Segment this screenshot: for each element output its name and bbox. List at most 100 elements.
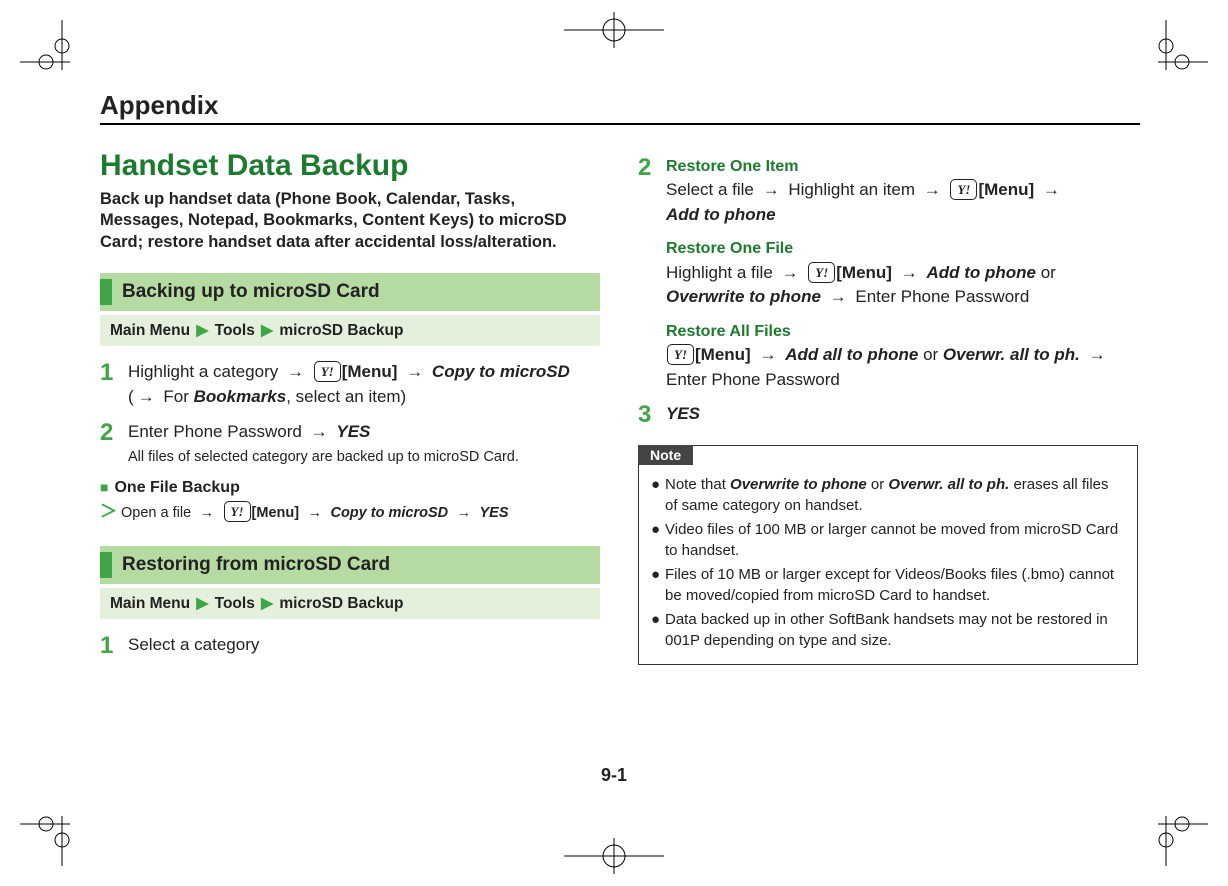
note-item: Note that Overwrite to phone or Overwr. …: [665, 474, 1125, 516]
arrow-icon: →: [304, 505, 327, 521]
crumb-tools: Tools: [215, 595, 255, 612]
menu-label: [Menu]: [252, 505, 300, 521]
text: Enter Phone Password: [855, 287, 1029, 306]
overwrite-to-phone: Overwrite to phone: [730, 476, 867, 493]
arrow-icon: →: [897, 263, 922, 282]
text: or: [918, 345, 943, 364]
subheading-restore-text: Restoring from microSD Card: [122, 552, 390, 578]
bullet-icon: ●: [651, 474, 665, 516]
right-column: 2 Restore One Item Select a file → Highl…: [638, 149, 1138, 669]
copy-to-microsd: Copy to microSD: [330, 505, 448, 521]
section-intro: Back up handset data (Phone Book, Calend…: [100, 189, 600, 253]
text: Highlight a file: [666, 263, 773, 282]
text: Highlight an item: [788, 180, 915, 199]
triangle-icon: ▶: [259, 322, 275, 339]
arrow-icon: →: [402, 362, 427, 381]
arrow-icon: →: [453, 505, 476, 521]
arrow-icon: →: [1085, 345, 1110, 364]
breadcrumb-restore: Main Menu ▶ Tools ▶ microSD Backup: [100, 588, 600, 619]
arrow-icon: →: [778, 263, 803, 282]
add-to-phone: Add to phone: [666, 205, 776, 224]
crumb-main: Main Menu: [110, 322, 190, 339]
overwrite-to-phone: Overwrite to phone: [666, 287, 821, 306]
note-label: Note: [638, 445, 693, 465]
text: Enter Phone Password: [666, 370, 840, 389]
note-item: Files of 10 MB or larger except for Vide…: [665, 564, 1125, 606]
bookmarks-label: Bookmarks: [194, 387, 287, 406]
arrow-icon: →: [759, 180, 784, 199]
y-key-icon: Y!: [314, 361, 341, 382]
triangle-icon: ▶: [259, 595, 275, 612]
left-column: Handset Data Backup Back up handset data…: [100, 149, 600, 669]
y-key-icon: Y!: [808, 262, 835, 283]
add-to-phone: Add to phone: [926, 263, 1036, 282]
yes-label: YES: [666, 404, 700, 423]
arrow-icon: →: [283, 362, 308, 381]
text: Note that: [665, 476, 730, 493]
menu-label: [Menu]: [342, 362, 398, 381]
restore-step-2: 2 Restore One Item Select a file → Highl…: [638, 155, 1138, 392]
triangle-icon: ▶: [194, 322, 210, 339]
arrow-icon: →: [196, 505, 219, 521]
text: For: [159, 387, 194, 406]
restore-all-files-title: Restore All Files: [666, 320, 1110, 343]
crumb-main: Main Menu: [110, 595, 190, 612]
text: Highlight a category: [128, 362, 278, 381]
backup-step-2: 2 Enter Phone Password → YES All files o…: [100, 420, 600, 469]
yes-label: YES: [480, 505, 509, 521]
backup-step-2-sub: All files of selected category are backe…: [128, 449, 519, 465]
page-content: Appendix Handset Data Backup Back up han…: [100, 90, 1140, 669]
triangle-icon: ▶: [194, 595, 210, 612]
text: , select an item): [286, 387, 406, 406]
text: Open a file: [121, 505, 191, 521]
arrow-icon: →: [826, 287, 851, 306]
arrow-icon: →: [920, 180, 945, 199]
y-key-icon: Y!: [224, 501, 251, 522]
y-key-icon: Y!: [667, 344, 694, 365]
text: Enter Phone Password: [128, 422, 302, 441]
y-key-icon: Y!: [950, 179, 977, 200]
chevron-icon: ＞: [100, 502, 121, 521]
bullet-icon: ●: [651, 564, 665, 606]
bullet-icon: ●: [651, 609, 665, 651]
backup-step-1: 1 Highlight a category → Y![Menu] → Copy…: [100, 360, 600, 409]
crumb-microsd: microSD Backup: [279, 595, 403, 612]
text: Select a category: [128, 635, 259, 654]
menu-label: [Menu]: [978, 180, 1034, 199]
restore-one-item-title: Restore One Item: [666, 155, 1110, 178]
arrow-icon: →: [134, 387, 159, 406]
note-item: Video files of 100 MB or larger cannot b…: [665, 519, 1125, 561]
crumb-microsd: microSD Backup: [279, 322, 403, 339]
note-box: Note ● Note that Overwrite to phone or O…: [638, 445, 1138, 665]
breadcrumb-backup: Main Menu ▶ Tools ▶ microSD Backup: [100, 315, 600, 346]
text: (: [128, 387, 134, 406]
square-icon: ■: [100, 479, 114, 495]
add-all-to-phone: Add all to phone: [785, 345, 918, 364]
yes-label: YES: [336, 422, 370, 441]
arrow-icon: →: [307, 422, 332, 441]
page-number: 9-1: [0, 765, 1228, 786]
copy-to-microsd: Copy to microSD: [432, 362, 570, 381]
arrow-icon: →: [755, 345, 780, 364]
menu-label: [Menu]: [836, 263, 892, 282]
arrow-icon: →: [1039, 180, 1064, 199]
text: or: [1036, 263, 1056, 282]
restore-one-file-title: Restore One File: [666, 237, 1110, 260]
subheading-restore: Restoring from microSD Card: [100, 546, 600, 584]
overwr-all-to-ph: Overwr. all to ph.: [943, 345, 1080, 364]
overwr-all-to-ph: Overwr. all to ph.: [888, 476, 1009, 493]
text: or: [867, 476, 889, 493]
text: Select a file: [666, 180, 754, 199]
restore-step-3: 3 YES: [638, 402, 1138, 428]
crumb-tools: Tools: [215, 322, 255, 339]
note-item: Data backed up in other SoftBank handset…: [665, 609, 1125, 651]
subheading-backup: Backing up to microSD Card: [100, 273, 600, 311]
one-file-title: One File Backup: [114, 479, 239, 496]
chapter-title: Appendix: [100, 90, 1140, 125]
restore-step-1: 1 Select a category: [100, 633, 600, 659]
section-title: Handset Data Backup: [100, 149, 600, 183]
bullet-icon: ●: [651, 519, 665, 561]
one-file-backup: ■One File Backup ＞Open a file → Y![Menu]…: [100, 479, 600, 522]
subheading-backup-text: Backing up to microSD Card: [122, 279, 380, 305]
menu-label: [Menu]: [695, 345, 751, 364]
